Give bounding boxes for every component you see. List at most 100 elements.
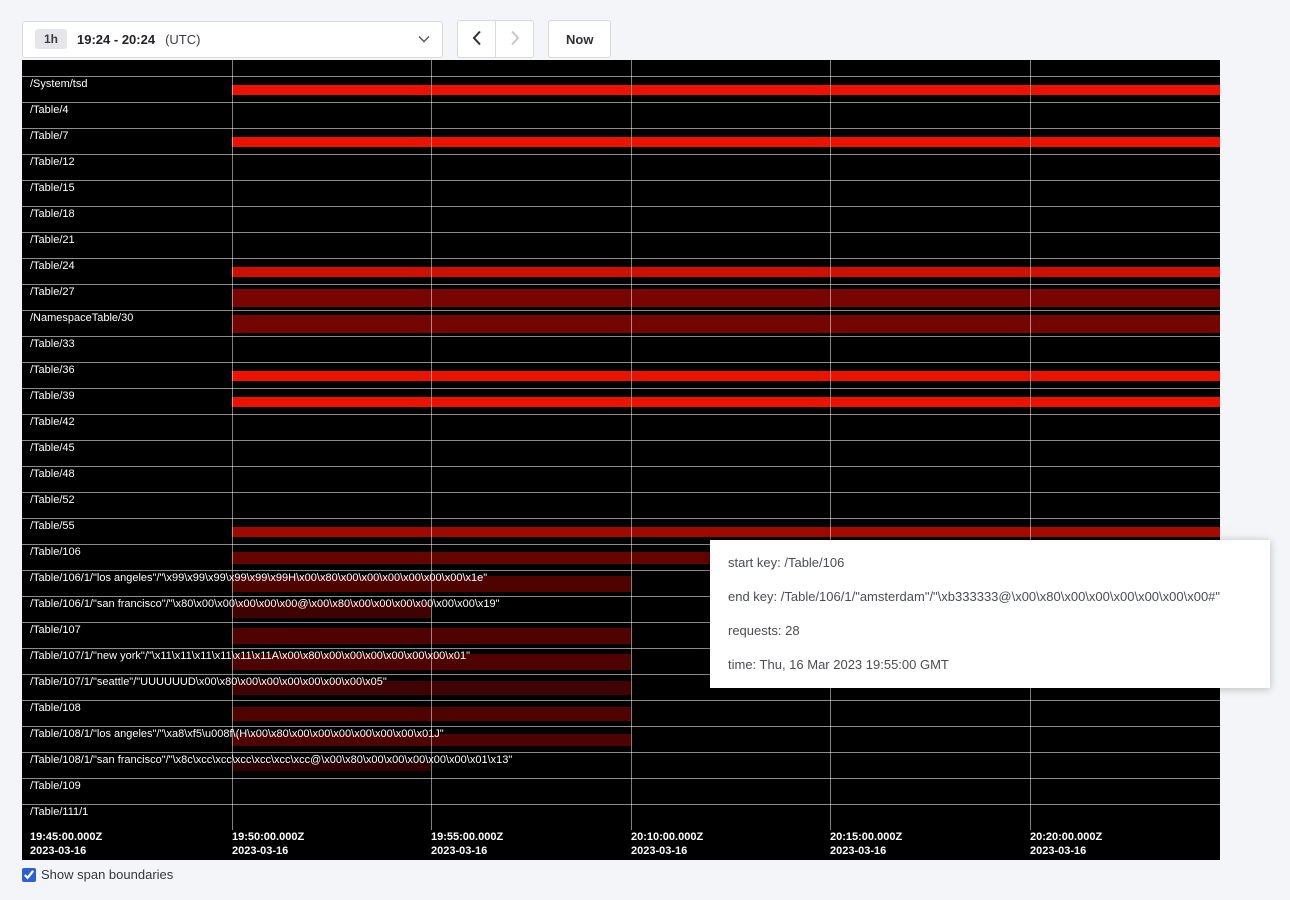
heatmap-cell[interactable] [232, 103, 431, 128]
heatmap-cell[interactable] [631, 727, 830, 752]
heatmap-cell[interactable] [830, 129, 1030, 154]
heatmap-cell[interactable] [631, 181, 830, 206]
heatmap-cell[interactable] [232, 337, 431, 362]
heatmap-cell[interactable] [631, 493, 830, 518]
heatmap-cell[interactable] [1030, 129, 1220, 154]
heatmap-cell[interactable] [1030, 103, 1220, 128]
heatmap-cell[interactable] [631, 467, 830, 492]
heatmap-cell[interactable] [232, 805, 431, 830]
heatmap-cell[interactable] [431, 155, 631, 180]
heatmap-cell[interactable] [232, 129, 431, 154]
heatmap-cell[interactable] [631, 363, 830, 388]
heatmap-cell[interactable] [830, 415, 1030, 440]
heatmap-cell[interactable] [232, 441, 431, 466]
show-span-boundaries-checkbox[interactable] [22, 868, 36, 882]
heatmap-cell[interactable] [232, 233, 431, 258]
heatmap-cell[interactable] [631, 103, 830, 128]
heatmap-cell[interactable] [431, 77, 631, 102]
heatmap-cell[interactable] [631, 155, 830, 180]
heatmap-cell[interactable] [1030, 337, 1220, 362]
heatmap-cell[interactable] [232, 259, 431, 284]
heatmap-cell[interactable] [1030, 233, 1220, 258]
heatmap-cell[interactable] [1030, 311, 1220, 336]
heatmap-cell[interactable] [232, 207, 431, 232]
heatmap-cell[interactable] [830, 233, 1030, 258]
heatmap-cell[interactable] [232, 77, 431, 102]
heatmap-cell[interactable] [830, 467, 1030, 492]
heatmap-cell[interactable] [431, 623, 631, 648]
heatmap-cell[interactable] [431, 103, 631, 128]
heatmap-cell[interactable] [631, 207, 830, 232]
heatmap-cell[interactable] [830, 493, 1030, 518]
heatmap-cell[interactable] [232, 285, 431, 310]
heatmap-cell[interactable] [232, 181, 431, 206]
heatmap-cell[interactable] [830, 701, 1030, 726]
heatmap-cell[interactable] [830, 77, 1030, 102]
heatmap-cell[interactable] [431, 519, 631, 544]
heatmap-cell[interactable] [631, 129, 830, 154]
heatmap-cell[interactable] [830, 389, 1030, 414]
heatmap-cell[interactable] [431, 389, 631, 414]
heatmap-cell[interactable] [232, 519, 431, 544]
heatmap-cell[interactable] [431, 181, 631, 206]
heatmap-cell[interactable] [830, 259, 1030, 284]
heatmap-cell[interactable] [631, 233, 830, 258]
heatmap-cell[interactable] [1030, 493, 1220, 518]
heatmap-cell[interactable] [830, 727, 1030, 752]
heatmap-cell[interactable] [431, 779, 631, 804]
heatmap-cell[interactable] [631, 415, 830, 440]
heatmap-cell[interactable] [631, 779, 830, 804]
heatmap-cell[interactable] [232, 545, 431, 570]
heatmap-cell[interactable] [631, 259, 830, 284]
heatmap-cell[interactable] [431, 545, 631, 570]
heatmap-cell[interactable] [431, 207, 631, 232]
heatmap-cell[interactable] [232, 155, 431, 180]
heatmap-cell[interactable] [1030, 779, 1220, 804]
heatmap-cell[interactable] [431, 129, 631, 154]
heatmap-cell[interactable] [232, 389, 431, 414]
heatmap-cell[interactable] [830, 779, 1030, 804]
heatmap-cell[interactable] [1030, 415, 1220, 440]
heatmap-cell[interactable] [431, 363, 631, 388]
heatmap-cell[interactable] [232, 701, 431, 726]
time-range-picker[interactable]: 1h 19:24 - 20:24 (UTC) [22, 21, 443, 58]
heatmap-cell[interactable] [1030, 805, 1220, 830]
heatmap-cell[interactable] [1030, 155, 1220, 180]
heatmap-cell[interactable] [830, 441, 1030, 466]
heatmap-cell[interactable] [830, 311, 1030, 336]
heatmap-cell[interactable] [431, 415, 631, 440]
heatmap-cell[interactable] [232, 779, 431, 804]
heatmap-cell[interactable] [431, 285, 631, 310]
heatmap-cell[interactable] [232, 493, 431, 518]
key-visualizer-canvas[interactable]: /System/tsd/Table/4/Table/7/Table/12/Tab… [22, 60, 1220, 860]
heatmap-cell[interactable] [232, 363, 431, 388]
heatmap-cell[interactable] [1030, 77, 1220, 102]
previous-interval-button[interactable] [457, 20, 496, 58]
heatmap-cell[interactable] [830, 181, 1030, 206]
heatmap-cell[interactable] [1030, 727, 1220, 752]
heatmap-cell[interactable] [631, 311, 830, 336]
heatmap-cell[interactable] [830, 285, 1030, 310]
heatmap-cell[interactable] [830, 207, 1030, 232]
heatmap-cell[interactable] [431, 675, 631, 700]
heatmap-cell[interactable] [431, 467, 631, 492]
heatmap-cell[interactable] [1030, 285, 1220, 310]
heatmap-cell[interactable] [431, 805, 631, 830]
heatmap-cell[interactable] [830, 337, 1030, 362]
heatmap-cell[interactable] [631, 389, 830, 414]
heatmap-cell[interactable] [631, 285, 830, 310]
heatmap-cell[interactable] [631, 753, 830, 778]
heatmap-cell[interactable] [431, 493, 631, 518]
heatmap-cell[interactable] [830, 363, 1030, 388]
heatmap-cell[interactable] [232, 415, 431, 440]
heatmap-cell[interactable] [631, 701, 830, 726]
heatmap-cell[interactable] [232, 311, 431, 336]
heatmap-cell[interactable] [1030, 441, 1220, 466]
heatmap-cell[interactable] [631, 337, 830, 362]
next-interval-button[interactable] [495, 20, 534, 58]
heatmap-cell[interactable] [1030, 181, 1220, 206]
heatmap-cell[interactable] [431, 701, 631, 726]
heatmap-cell[interactable] [232, 623, 431, 648]
heatmap-cell[interactable] [1030, 363, 1220, 388]
now-button[interactable]: Now [548, 20, 611, 58]
